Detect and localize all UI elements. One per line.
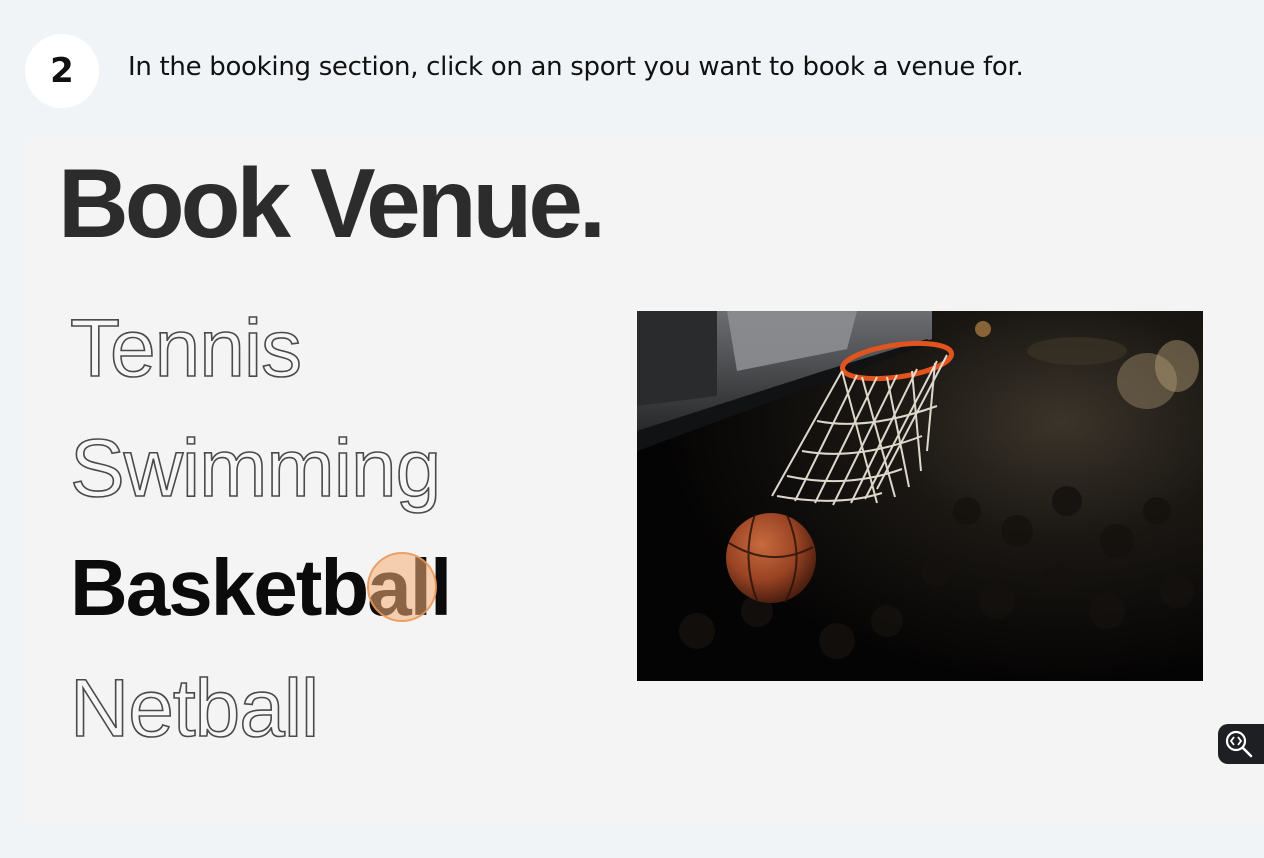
basketball-hoop-photo — [637, 311, 1203, 681]
sport-option-netball[interactable]: Netball — [69, 667, 320, 751]
step-instruction: In the booking section, click on an spor… — [128, 52, 1024, 82]
zoom-button[interactable] — [1218, 724, 1264, 764]
sport-option-basketball[interactable]: Basketball — [70, 548, 452, 628]
zoom-code-icon — [1225, 730, 1253, 758]
guide-page: 2 In the booking section, click on an sp… — [0, 0, 1264, 858]
page-title: Book Venue. — [58, 148, 606, 258]
basketball-photo-image — [637, 311, 1203, 681]
sport-option-swimming[interactable]: Swimming — [69, 427, 442, 511]
sport-option-tennis[interactable]: Tennis — [69, 307, 303, 391]
step-number-badge: 2 — [25, 34, 99, 108]
app-screenshot: Book Venue. Tennis Swimming Basketball N… — [24, 136, 1264, 826]
